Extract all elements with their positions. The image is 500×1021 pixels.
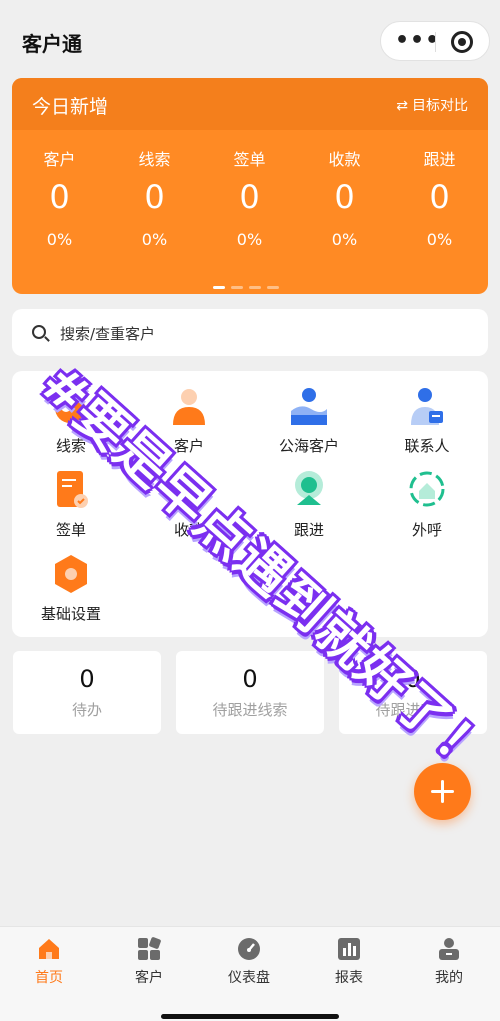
stat-label: 跟进 bbox=[423, 150, 456, 169]
stat-value: 0 bbox=[239, 178, 260, 216]
stat-label: 收款 bbox=[328, 150, 361, 169]
stat-percent: 0% bbox=[141, 230, 168, 249]
grid-item-label: 客户 bbox=[173, 437, 204, 455]
grid-item-label: 公海客户 bbox=[278, 437, 339, 455]
grid-item-lead[interactable]: 线索 bbox=[16, 385, 126, 456]
todo-count: 0 bbox=[79, 665, 95, 693]
report-icon bbox=[337, 937, 361, 961]
search-input[interactable]: 搜索/查重客户 bbox=[12, 309, 488, 356]
tab-label: 仪表盘 bbox=[228, 970, 270, 986]
stat-customer[interactable]: 客户 0 0% bbox=[12, 146, 107, 249]
tab-profile[interactable]: 我的 bbox=[414, 937, 484, 987]
tab-label: 我的 bbox=[435, 970, 463, 986]
switch-icon: ⇄ bbox=[396, 98, 408, 114]
stat-percent: 0% bbox=[331, 230, 358, 249]
tab-label: 客户 bbox=[135, 970, 163, 986]
search-placeholder: 搜索/查重客户 bbox=[60, 325, 156, 343]
tab-home[interactable]: 首页 bbox=[14, 937, 84, 987]
tab-label: 报表 bbox=[335, 970, 363, 986]
contract-icon bbox=[51, 469, 91, 511]
settings-icon bbox=[51, 553, 91, 595]
grid-item-public-customer[interactable]: 公海客户 bbox=[254, 385, 364, 456]
grid-item-contract[interactable]: 签单 bbox=[16, 469, 126, 540]
grid-item-label: 线索 bbox=[55, 437, 86, 455]
grid-item-label: 基础设置 bbox=[40, 605, 101, 623]
home-indicator bbox=[161, 1014, 339, 1019]
stat-contract[interactable]: 签单 0 0% bbox=[202, 146, 297, 249]
target-compare-button[interactable]: ⇄ 目标对比 bbox=[396, 95, 468, 115]
contact-icon bbox=[407, 385, 447, 427]
todo-label: 待办 bbox=[71, 701, 102, 719]
home-icon bbox=[37, 937, 61, 961]
grid-item-label: 外呼 bbox=[411, 521, 442, 539]
carousel-indicator bbox=[213, 274, 285, 293]
stat-percent: 0% bbox=[426, 230, 453, 249]
mini-program-capsule: ••• bbox=[380, 21, 490, 61]
lead-icon bbox=[51, 385, 91, 427]
outbound-call-icon bbox=[407, 469, 447, 511]
profile-icon bbox=[437, 937, 461, 961]
grid-item-label: 联系人 bbox=[404, 437, 450, 455]
customer-icon bbox=[169, 385, 209, 427]
tab-dashboard[interactable]: 仪表盘 bbox=[214, 937, 284, 987]
pager-dot[interactable] bbox=[267, 286, 279, 289]
add-fab-button[interactable] bbox=[414, 763, 471, 820]
todo-label: 待跟进线索 bbox=[212, 701, 288, 719]
stat-percent: 0% bbox=[46, 230, 73, 249]
todo-card-customers-followup[interactable]: 0 待跟进客户 bbox=[339, 651, 487, 734]
todo-label: 待跟进客户 bbox=[375, 701, 451, 719]
pager-dot[interactable] bbox=[249, 286, 261, 289]
todo-card-leads-followup[interactable]: 0 待跟进线索 bbox=[176, 651, 324, 734]
more-icon[interactable]: ••• bbox=[395, 30, 440, 52]
customer-grid-icon bbox=[137, 937, 161, 961]
stat-value: 0 bbox=[429, 178, 450, 216]
payment-icon bbox=[169, 469, 209, 511]
todo-count: 0 bbox=[242, 665, 258, 693]
bottom-tab-bar: 首页 客户 仪表盘 报表 我的 bbox=[0, 926, 500, 1021]
grid-item-label: 收款 bbox=[173, 521, 204, 539]
pager-dot[interactable] bbox=[213, 286, 225, 289]
grid-item-followup[interactable]: 跟进 bbox=[254, 469, 364, 540]
grid-item-settings[interactable]: 基础设置 bbox=[16, 553, 126, 624]
function-grid: 线索 客户 公海客户 联系人 签单 收款 跟进 外呼 基础设置 bbox=[12, 371, 488, 637]
capsule-divider bbox=[435, 32, 436, 52]
today-stats-header: 今日新增 ⇄ 目标对比 bbox=[12, 78, 488, 130]
grid-item-label: 跟进 bbox=[293, 521, 324, 539]
grid-item-payment[interactable]: 收款 bbox=[134, 469, 244, 540]
tab-label: 首页 bbox=[35, 970, 63, 986]
stat-followup[interactable]: 跟进 0 0% bbox=[392, 146, 487, 249]
stat-payment[interactable]: 收款 0 0% bbox=[297, 146, 392, 249]
stat-percent: 0% bbox=[236, 230, 263, 249]
followup-icon bbox=[289, 469, 329, 511]
todo-card-pending[interactable]: 0 待办 bbox=[13, 651, 161, 734]
target-compare-label: 目标对比 bbox=[412, 98, 468, 114]
stat-value: 0 bbox=[144, 178, 165, 216]
stat-label: 线索 bbox=[138, 150, 171, 169]
grid-item-customer[interactable]: 客户 bbox=[134, 385, 244, 456]
stat-label: 客户 bbox=[43, 150, 76, 169]
todo-count: 0 bbox=[405, 665, 421, 693]
today-stats-title: 今日新增 bbox=[32, 96, 109, 118]
stat-value: 0 bbox=[49, 178, 70, 216]
tab-report[interactable]: 报表 bbox=[314, 937, 384, 987]
stat-lead[interactable]: 线索 0 0% bbox=[107, 146, 202, 249]
grid-item-outbound-call[interactable]: 外呼 bbox=[372, 469, 482, 540]
tab-customer[interactable]: 客户 bbox=[114, 937, 184, 987]
public-customer-icon bbox=[289, 385, 329, 427]
search-icon bbox=[32, 325, 46, 339]
pager-dot[interactable] bbox=[231, 286, 243, 289]
close-miniprogram-icon[interactable] bbox=[451, 31, 473, 53]
nav-header: 客户通 ••• bbox=[0, 0, 500, 78]
app-title: 客户通 bbox=[22, 32, 82, 56]
dashboard-icon bbox=[237, 937, 261, 961]
stat-label: 签单 bbox=[233, 150, 266, 169]
grid-item-label: 签单 bbox=[55, 521, 86, 539]
today-stats-card: 今日新增 ⇄ 目标对比 客户 0 0% 线索 0 0% 签单 0 0% 收款 0 … bbox=[12, 78, 488, 294]
stat-value: 0 bbox=[334, 178, 355, 216]
grid-item-contact[interactable]: 联系人 bbox=[372, 385, 482, 456]
